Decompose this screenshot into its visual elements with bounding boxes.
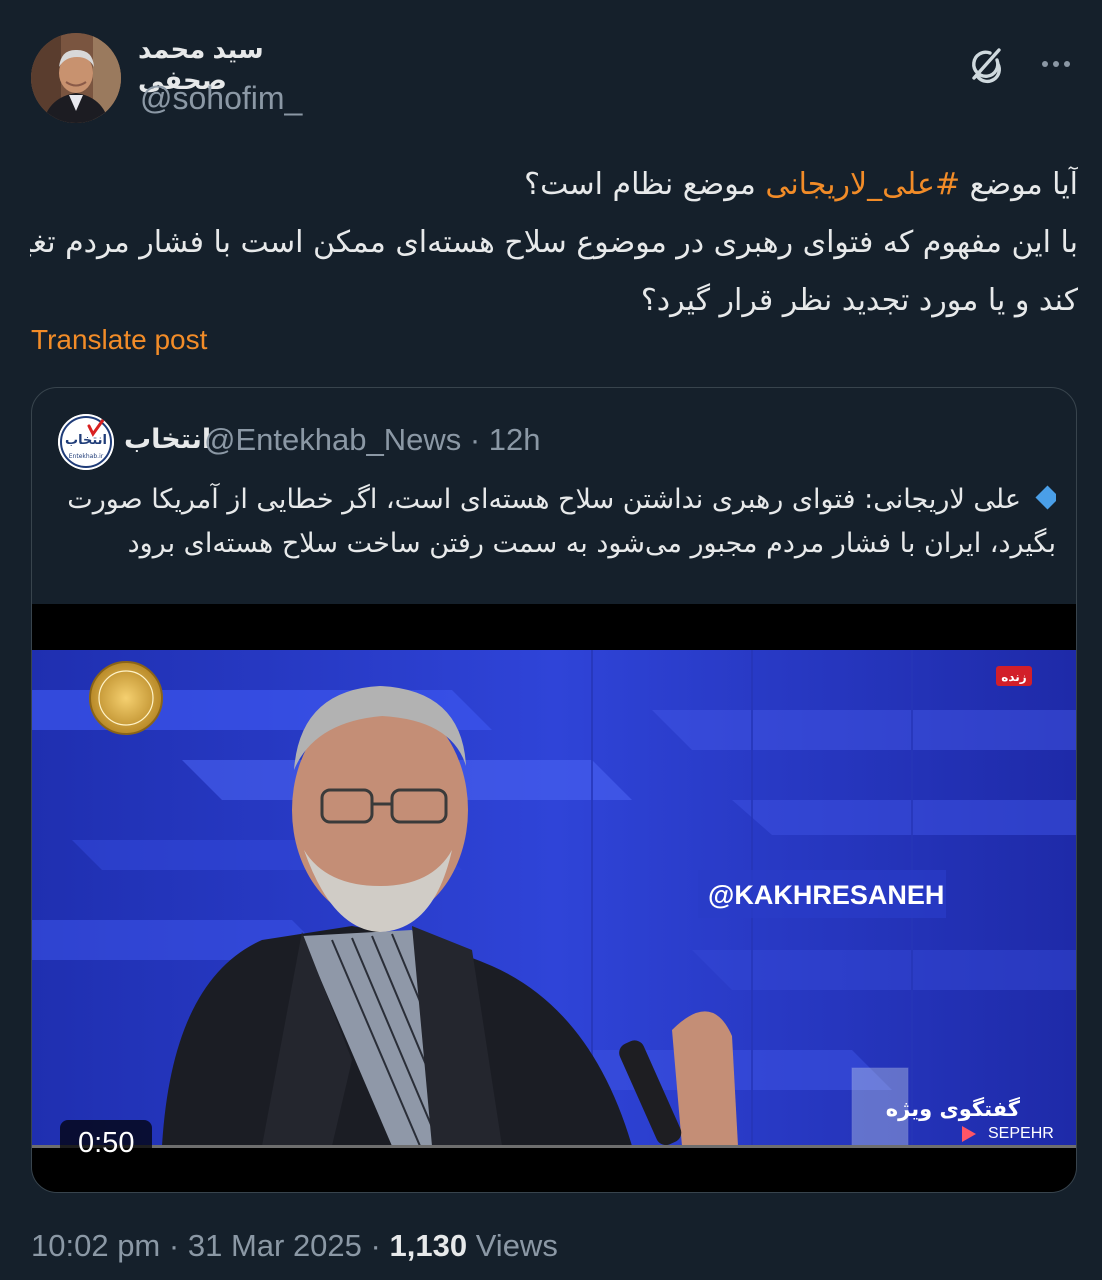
grok-icon[interactable] — [966, 44, 1006, 84]
quote-separator: · — [469, 422, 481, 457]
channel-logo: SEPEHR — [988, 1125, 1054, 1142]
video-watermark: @KAKHRESANEH — [708, 880, 944, 910]
views-count: 1,130 — [389, 1228, 468, 1263]
quote-text: علی لاریجانی: فتوای رهبری نداشتن سلاح هس… — [58, 478, 1056, 566]
quote-display-name[interactable]: انتخاب — [124, 424, 211, 455]
live-badge: زنده — [1001, 670, 1027, 684]
author-avatar[interactable] — [31, 33, 121, 123]
meta-separator: · — [370, 1228, 381, 1263]
quoted-post[interactable]: انتخاب Entekhab.ir انتخاب @Entekhab_News… — [31, 387, 1077, 1193]
video-progress-bar[interactable] — [32, 1145, 1076, 1148]
video-duration: 0:50 — [60, 1120, 153, 1166]
views-label: Views — [475, 1228, 558, 1263]
video-frame[interactable]: زنده @KAKHRESANEH گفتگوی ویژه SEPEHR — [32, 650, 1076, 1146]
post-time[interactable]: 10:02 pm — [31, 1228, 160, 1263]
author-handle[interactable]: @sohofim_ — [140, 80, 302, 117]
diamond-icon — [1035, 485, 1056, 510]
meta-separator: · — [168, 1228, 180, 1263]
more-icon[interactable] — [1036, 44, 1076, 84]
program-title: گفتگوی ویژه — [886, 1096, 1021, 1121]
quote-line-1-text: علی لاریجانی: فتوای رهبری نداشتن سلاح هس… — [67, 484, 1021, 515]
tweet-text: آیا موضع #علی_لاریجانی موضع نظام است؟ با… — [30, 156, 1078, 330]
quote-handle[interactable]: @Entekhab_News — [204, 422, 461, 457]
hashtag-link[interactable]: #علی_لاریجانی — [765, 167, 960, 202]
quote-logo-text: انتخاب — [65, 433, 107, 448]
tweet-text-suffix: موضع نظام است؟ — [524, 167, 766, 202]
post-date[interactable]: 31 Mar 2025 — [188, 1228, 362, 1263]
tweet-line-2: با این مفهوم که فتوای رهبری در موضوع سلا… — [30, 225, 1078, 260]
video-player[interactable]: زنده @KAKHRESANEH گفتگوی ویژه SEPEHR 0:5… — [32, 604, 1076, 1192]
more-dot — [1064, 61, 1070, 67]
tweet-line-3: کند و یا مورد تجدید نظر قرار گیرد؟ — [640, 283, 1078, 318]
more-dot — [1042, 61, 1048, 67]
tweet-line-1: آیا موضع #علی_لاریجانی موضع نظام است؟ — [30, 156, 1078, 214]
quote-line-1: علی لاریجانی: فتوای رهبری نداشتن سلاح هس… — [58, 478, 1056, 522]
quote-line-2: بگیرد، ایران با فشار مردم مجبور می‌شود ب… — [127, 528, 1056, 559]
post-meta-footer: 10:02 pm · 31 Mar 2025 · 1,130 Views — [31, 1228, 558, 1264]
quote-logo-sub: Entekhab.ir — [69, 453, 104, 460]
quote-meta: @Entekhab_News · 12h — [204, 422, 541, 458]
tweet-text-prefix: آیا موضع — [960, 167, 1078, 202]
translate-post-link[interactable]: Translate post — [31, 324, 207, 356]
quote-time[interactable]: 12h — [489, 422, 541, 457]
more-dot — [1053, 61, 1059, 67]
quote-avatar[interactable]: انتخاب Entekhab.ir — [58, 414, 114, 470]
post: سید محمد صحفی @sohofim_ آیا موضع #علی_لا… — [0, 0, 1102, 1280]
